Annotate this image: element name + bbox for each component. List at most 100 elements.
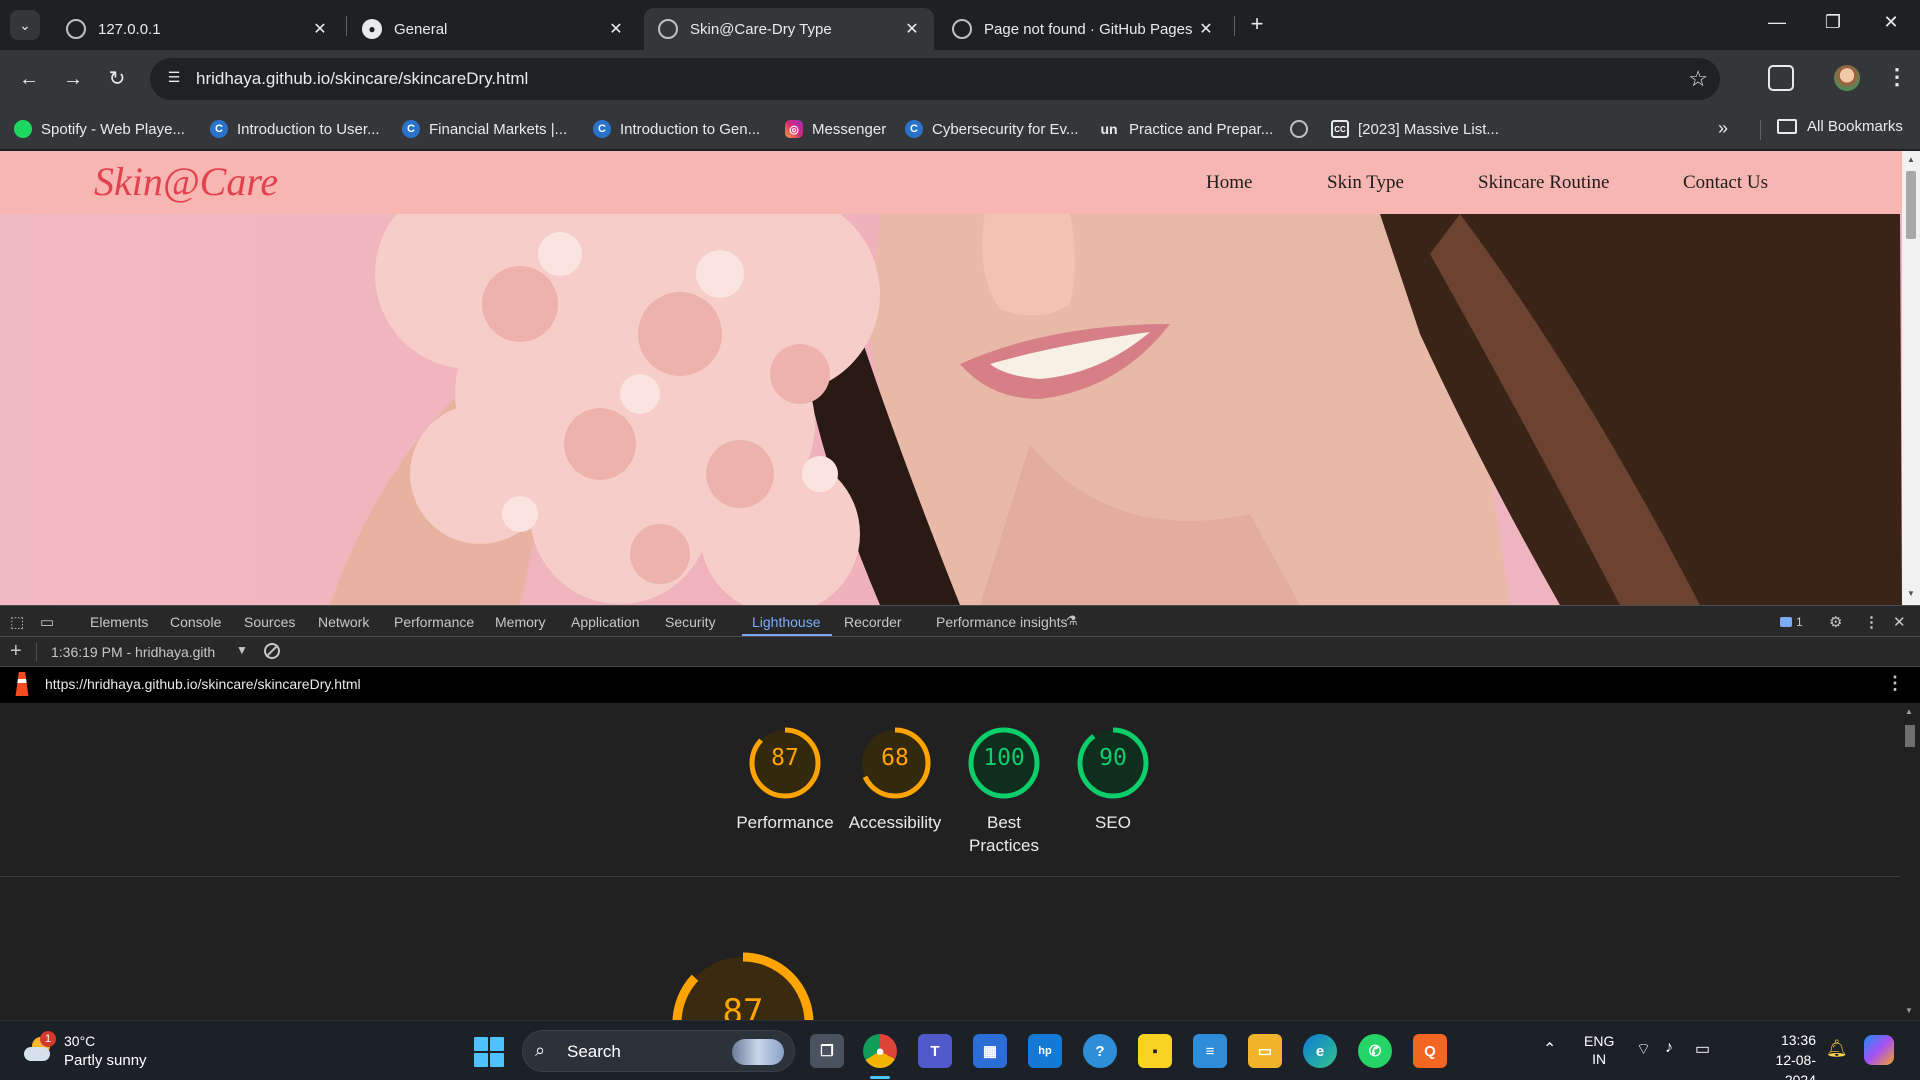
- devtools-tab-sources[interactable]: Sources: [244, 614, 295, 630]
- quick-heal-icon[interactable]: Q: [1413, 1034, 1447, 1068]
- report-scroll-down-icon[interactable]: ▼: [1905, 1006, 1913, 1015]
- bookmark-globe[interactable]: [1290, 118, 1317, 140]
- performance-large-gauge: 87: [668, 948, 818, 1020]
- input-language-indicator[interactable]: ENG IN: [1584, 1032, 1614, 1068]
- system-clock[interactable]: 13:36 12-08-2024: [1748, 1030, 1816, 1080]
- close-tab-icon[interactable]: ✕: [1196, 19, 1216, 39]
- extensions-icon[interactable]: [1768, 65, 1794, 91]
- show-hidden-icons-chevron-icon[interactable]: ⌃: [1543, 1039, 1556, 1059]
- microsoft-store-icon[interactable]: ▦: [973, 1034, 1007, 1068]
- sticky-notes-icon[interactable]: ▪: [1138, 1034, 1172, 1068]
- score-gauge-seo[interactable]: 90 SEO: [1058, 723, 1168, 834]
- device-toolbar-icon[interactable]: ▭: [40, 613, 54, 631]
- volume-icon[interactable]: ♪: [1665, 1039, 1673, 1057]
- issues-badge[interactable]: 1: [1780, 615, 1803, 629]
- restore-button[interactable]: ❐: [1818, 12, 1848, 38]
- devtools-tab-network[interactable]: Network: [318, 614, 369, 630]
- profile-avatar[interactable]: [1834, 65, 1860, 91]
- devtools-tab-application[interactable]: Application: [571, 614, 640, 630]
- devtools-tab-lighthouse[interactable]: Lighthouse: [752, 614, 821, 630]
- clear-reports-icon[interactable]: [264, 643, 280, 659]
- battery-icon[interactable]: ▭: [1695, 1039, 1710, 1059]
- devtools-menu-icon[interactable]: ⋮: [1864, 613, 1879, 631]
- report-url[interactable]: https://hridhaya.github.io/skincare/skin…: [45, 676, 361, 692]
- bookmark-cybersecurity[interactable]: C Cybersecurity for Ev...: [905, 118, 1078, 140]
- nav-skincare-routine-link[interactable]: Skincare Routine: [1478, 172, 1609, 194]
- close-devtools-icon[interactable]: ✕: [1893, 613, 1906, 631]
- teams-icon[interactable]: T: [918, 1034, 952, 1068]
- bookmark-label: Financial Markets |...: [429, 120, 568, 138]
- tab-localhost[interactable]: 127.0.0.1 ✕: [52, 8, 342, 50]
- bookmark-massive-list[interactable]: CC [2023] Massive List...: [1331, 118, 1499, 140]
- address-text[interactable]: hridhaya.github.io/skincare/skincareDry.…: [196, 69, 528, 89]
- report-scrollbar[interactable]: ▲ ▼: [1900, 703, 1920, 1020]
- report-selector[interactable]: 1:36:19 PM - hridhaya.github.io: [51, 644, 215, 660]
- tab-general[interactable]: ● General ✕: [348, 8, 638, 50]
- notifications-bell-icon[interactable]: 🔔︎: [1826, 1039, 1848, 1059]
- forward-button[interactable]: →: [58, 64, 88, 94]
- nav-skin-type-link[interactable]: Skin Type: [1327, 172, 1404, 194]
- taskbar-search-box[interactable]: ⌕ Search: [522, 1030, 795, 1072]
- tab-skincare-dry[interactable]: Skin@Care-Dry Type ✕: [644, 8, 934, 50]
- bookmark-intro-user[interactable]: C Introduction to User...: [210, 118, 380, 140]
- devtools-tab-security[interactable]: Security: [665, 614, 716, 630]
- start-button-windows-icon[interactable]: [474, 1037, 504, 1067]
- wifi-icon[interactable]: ⌔: [1636, 1039, 1651, 1059]
- file-explorer-icon[interactable]: ▭: [1248, 1034, 1282, 1068]
- nav-contact-us-link[interactable]: Contact Us: [1683, 172, 1768, 194]
- taskbar-search-label: Search: [567, 1042, 621, 1061]
- devtools-tab-performance[interactable]: Performance: [394, 614, 474, 630]
- tab-search-button[interactable]: ⌄: [10, 10, 40, 40]
- minimize-button[interactable]: —: [1762, 12, 1792, 38]
- new-tab-button[interactable]: +: [1244, 12, 1270, 38]
- report-scrollbar-thumb[interactable]: [1905, 725, 1915, 747]
- chrome-icon[interactable]: ●: [863, 1034, 897, 1068]
- whatsapp-icon[interactable]: ✆: [1358, 1034, 1392, 1068]
- weather-widget[interactable]: 1 30°C Partly sunny: [22, 1031, 182, 1071]
- report-dropdown-caret-icon[interactable]: ▼: [236, 643, 248, 657]
- score-gauge-best-practices[interactable]: 100 Best Practices: [949, 723, 1059, 857]
- bookmark-financial-markets[interactable]: C Financial Markets |...: [402, 118, 567, 140]
- bookmark-spotify[interactable]: Spotify - Web Playe...: [14, 118, 185, 140]
- more-bookmarks-chevron-icon[interactable]: »: [1718, 118, 1728, 139]
- scroll-down-arrow-icon[interactable]: ▼: [1906, 589, 1916, 598]
- report-menu-icon[interactable]: ⋮: [1886, 673, 1904, 694]
- devtools-tab-console[interactable]: Console: [170, 614, 221, 630]
- bookmark-star-icon[interactable]: ☆: [1688, 66, 1708, 92]
- devtools-tab-memory[interactable]: Memory: [495, 614, 546, 630]
- new-report-plus-icon[interactable]: +: [10, 640, 22, 663]
- page-scrollbar-thumb[interactable]: [1906, 171, 1916, 239]
- report-scroll-up-icon[interactable]: ▲: [1905, 707, 1913, 716]
- scroll-up-arrow-icon[interactable]: ▲: [1906, 155, 1916, 164]
- bookmark-practice-prepare[interactable]: un Practice and Prepar...: [1098, 118, 1273, 140]
- reload-button[interactable]: ↻: [102, 64, 132, 94]
- score-gauge-performance[interactable]: 87 Performance: [730, 723, 840, 834]
- devtools-tab-recorder[interactable]: Recorder: [844, 614, 902, 630]
- close-window-button[interactable]: ✕: [1876, 12, 1906, 38]
- bookmark-intro-gen[interactable]: C Introduction to Gen...: [593, 118, 760, 140]
- page-scrollbar[interactable]: ▲ ▼: [1902, 151, 1920, 605]
- score-gauge-accessibility[interactable]: 68 Accessibility: [840, 723, 950, 834]
- edge-icon[interactable]: e: [1303, 1034, 1337, 1068]
- close-tab-icon[interactable]: ✕: [606, 19, 626, 39]
- bookmark-messenger[interactable]: ◎ Messenger: [785, 118, 886, 140]
- notepad-icon[interactable]: ≡: [1193, 1034, 1227, 1068]
- myhp-icon[interactable]: hp: [1028, 1034, 1062, 1068]
- tab-page-not-found[interactable]: Page not found · GitHub Pages ✕: [938, 8, 1228, 50]
- inspect-element-icon[interactable]: ⬚: [10, 613, 24, 631]
- get-help-icon[interactable]: ?: [1083, 1034, 1117, 1068]
- devtools-tab-elements[interactable]: Elements: [90, 614, 148, 630]
- task-view-icon[interactable]: ❐: [810, 1034, 844, 1068]
- close-tab-icon[interactable]: ✕: [310, 19, 330, 39]
- address-bar[interactable]: ☰ hridhaya.github.io/skincare/skincareDr…: [150, 58, 1720, 100]
- devtools-tab-performance-insights[interactable]: Performance insights: [936, 614, 1068, 630]
- site-info-icon[interactable]: ☰: [164, 69, 184, 89]
- browser-menu-icon[interactable]: ⋮: [1886, 64, 1908, 90]
- settings-gear-icon[interactable]: ⚙: [1829, 613, 1842, 631]
- close-tab-icon[interactable]: ✕: [902, 19, 922, 39]
- nav-home-link[interactable]: Home: [1206, 172, 1252, 194]
- copilot-icon[interactable]: [1864, 1035, 1894, 1065]
- back-button[interactable]: ←: [14, 64, 44, 94]
- site-logo[interactable]: Skin@Care: [94, 158, 278, 205]
- all-bookmarks-button[interactable]: All Bookmarks: [1777, 118, 1903, 135]
